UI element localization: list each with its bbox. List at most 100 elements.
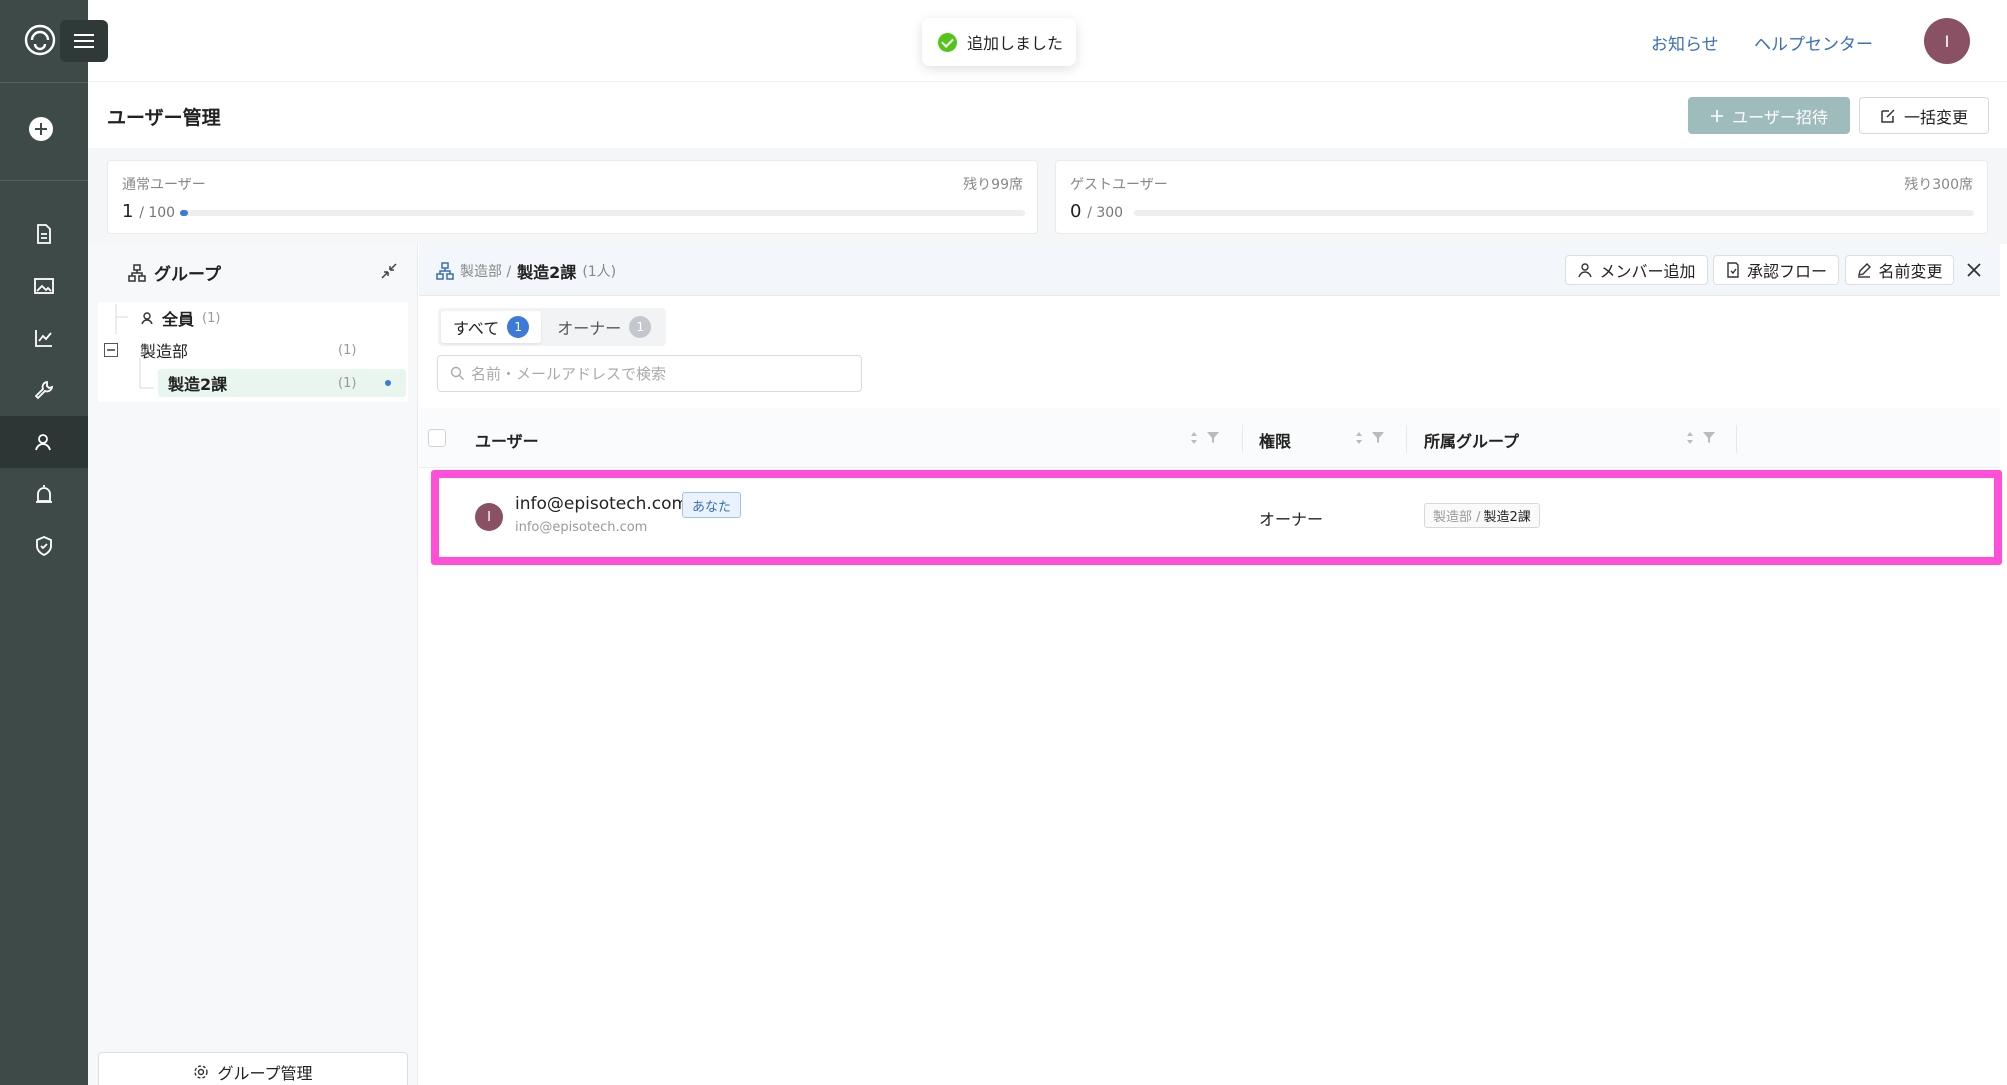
- tab-all[interactable]: すべて 1: [441, 311, 542, 343]
- users-icon: [35, 434, 51, 451]
- row-user-email: info@episotech.com: [515, 494, 689, 514]
- breadcrumb-parent[interactable]: 製造部 /: [460, 261, 511, 281]
- sort-icon[interactable]: [1353, 430, 1365, 446]
- guest-quota-count: 0 / 300: [1070, 201, 1123, 222]
- collapse-icon[interactable]: [380, 262, 398, 280]
- nav-analytics[interactable]: [0, 312, 88, 364]
- app-logo-icon[interactable]: [22, 22, 58, 58]
- guest-quota-label: ゲストユーザー: [1070, 177, 1168, 193]
- row-user-role: オーナー: [1259, 510, 1324, 529]
- nav-users[interactable]: [0, 416, 88, 468]
- collapse-minus-icon[interactable]: [104, 343, 118, 357]
- table-row[interactable]: [419, 468, 2000, 564]
- regular-user-quota: 通常ユーザー 残り99席 1 / 100: [107, 160, 1038, 234]
- column-role[interactable]: 権限: [1259, 428, 1291, 452]
- tree-item-manufacturing[interactable]: 製造部 (1): [98, 335, 408, 365]
- row-user-sub-email: info@episotech.com: [515, 520, 648, 535]
- guest-quota-remaining: 残り300席: [1904, 177, 1973, 193]
- success-toast: 追加しました: [922, 18, 1076, 66]
- row-group-child: 製造2課: [1483, 510, 1531, 525]
- rail-divider: [0, 82, 88, 83]
- column-group[interactable]: 所属グループ: [1424, 428, 1519, 452]
- user-avatar[interactable]: I: [1924, 18, 1970, 64]
- wrench-icon: [34, 380, 54, 400]
- invite-user-button[interactable]: ユーザー招待: [1688, 97, 1850, 134]
- tree-item-all[interactable]: 全員 (1): [98, 303, 408, 333]
- document-icon: [37, 224, 51, 244]
- left-rail: [0, 0, 108, 1085]
- rename-label: 名前変更: [1878, 262, 1943, 281]
- sort-icon[interactable]: [1188, 430, 1200, 446]
- notifications-link[interactable]: お知らせ: [1651, 30, 1719, 55]
- regular-total: / 100: [139, 205, 176, 221]
- column-group-controls: [1684, 430, 1716, 446]
- org-tree-icon: [436, 262, 454, 280]
- guest-user-quota: ゲストユーザー 残り300席 0 / 300: [1055, 160, 1988, 234]
- guest-total: / 300: [1087, 205, 1124, 221]
- toast-message: 追加しました: [967, 34, 1064, 53]
- tree-item-section2[interactable]: 製造2課 (1): [98, 368, 408, 398]
- help-center-link[interactable]: ヘルプセンター: [1754, 30, 1873, 55]
- group-title-label: グループ: [154, 265, 221, 285]
- shield-check-icon: [36, 536, 52, 557]
- guest-used: 0: [1070, 201, 1082, 222]
- bulk-edit-label: 一括変更: [1903, 107, 1968, 127]
- nav-security[interactable]: [0, 520, 88, 572]
- breadcrumb-member-count: (1人): [582, 264, 617, 280]
- regular-used: 1: [122, 201, 134, 222]
- rename-button[interactable]: 名前変更: [1845, 255, 1954, 285]
- tree-item-count: (1): [338, 375, 357, 391]
- users-icon: [141, 312, 153, 325]
- search-icon: [450, 366, 464, 380]
- tab-owner-label: オーナー: [557, 319, 622, 338]
- column-user[interactable]: ユーザー: [475, 428, 539, 452]
- regular-quota-fill: [180, 210, 189, 216]
- column-separator: [1406, 425, 1407, 453]
- column-user-controls: [1188, 430, 1220, 446]
- page-title: ユーザー管理: [107, 107, 221, 129]
- add-member-button[interactable]: メンバー追加: [1565, 255, 1708, 285]
- select-all-checkbox[interactable]: [428, 429, 446, 447]
- column-role-controls: [1353, 430, 1385, 446]
- nav-alerts[interactable]: [0, 468, 88, 520]
- sort-icon[interactable]: [1684, 430, 1696, 446]
- filter-icon[interactable]: [1702, 430, 1716, 444]
- alarm-icon: [36, 485, 52, 503]
- you-badge: あなた: [682, 492, 742, 518]
- close-icon[interactable]: [1964, 260, 1984, 280]
- selected-dot-icon: [385, 380, 391, 386]
- pencil-icon: [1858, 263, 1872, 278]
- org-tree-icon: [128, 263, 146, 282]
- search-input[interactable]: [471, 364, 851, 383]
- filter-icon[interactable]: [1371, 430, 1385, 444]
- tree-item-count: (1): [338, 342, 357, 358]
- create-plus-icon[interactable]: [29, 117, 53, 141]
- row-user-avatar: I: [475, 503, 503, 531]
- breadcrumb-current: 製造2課: [517, 263, 577, 282]
- row-group-tag: 製造部 / 製造2課: [1424, 503, 1540, 528]
- group-management-button[interactable]: グループ管理: [98, 1052, 408, 1085]
- tab-owner[interactable]: オーナー 1: [545, 311, 663, 343]
- regular-quota-bar: [180, 210, 1025, 216]
- user-icon: [1578, 263, 1593, 278]
- filter-icon[interactable]: [1206, 430, 1220, 444]
- plus-icon: [1711, 109, 1724, 122]
- approval-flow-button[interactable]: 承認フロー: [1713, 255, 1839, 285]
- image-icon: [34, 278, 54, 294]
- member-search: [437, 355, 862, 392]
- tab-all-count: 1: [507, 316, 530, 338]
- edit-box-icon: [1881, 108, 1895, 123]
- regular-quota-count: 1 / 100: [122, 201, 175, 222]
- column-separator: [1736, 425, 1737, 453]
- group-tree: 全員 (1) 製造部 (1) 製造2課 (1): [98, 302, 408, 402]
- nav-documents[interactable]: [0, 208, 88, 260]
- nav-tools[interactable]: [0, 364, 88, 416]
- chart-line-icon: [35, 330, 52, 347]
- nav-images[interactable]: [0, 260, 88, 312]
- invite-user-label: ユーザー招待: [1732, 107, 1828, 127]
- tree-item-label: 製造2課: [168, 375, 228, 394]
- bulk-edit-button[interactable]: 一括変更: [1859, 97, 1989, 134]
- tree-item-count: (1): [202, 310, 221, 326]
- add-member-label: メンバー追加: [1599, 262, 1696, 281]
- group-panel-title: グループ: [128, 260, 221, 285]
